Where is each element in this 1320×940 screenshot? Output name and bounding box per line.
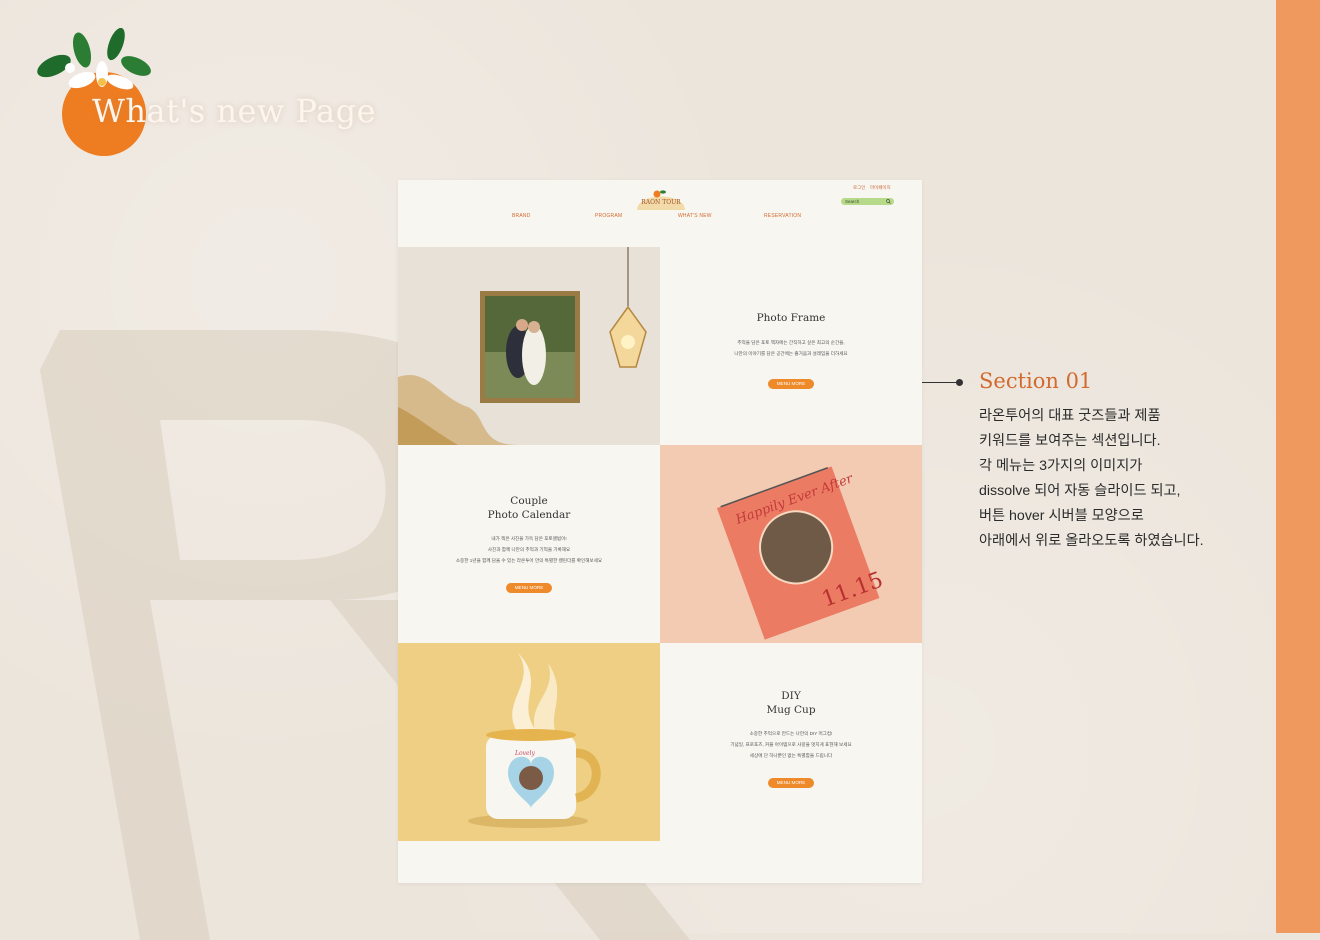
section-desc-line: 소중한 추억으로 만드는 나만의 DIY 머그컵! bbox=[749, 731, 833, 736]
annotation-line: 아래에서 위로 올라오도록 하였습니다. bbox=[979, 533, 1204, 549]
section-title: Photo Calendar bbox=[487, 509, 571, 521]
brand-sun-icon[interactable] bbox=[634, 184, 688, 210]
annotation-line: 버튼 hover 시버블 모양으로 bbox=[979, 508, 1144, 524]
page-heading: What's new Page bbox=[92, 92, 377, 130]
annotation-line: dissolve 되어 자동 슬라이드 되고, bbox=[979, 483, 1181, 499]
nav-program[interactable]: PROGRAM bbox=[595, 213, 622, 219]
menu-more-button[interactable]: MENU MORE bbox=[506, 583, 552, 593]
mug-panel: DIY Mug Cup 소중한 추억으로 만드는 나만의 DIY 머그컵! 기념… bbox=[660, 643, 922, 841]
annotation-line: 각 메뉴는 3가지의 이미지가 bbox=[979, 458, 1143, 474]
section-title: Photo Frame bbox=[756, 312, 826, 324]
section-desc-line: 사진과 함께 나만의 추억과 기억을 기록해요 bbox=[487, 547, 571, 552]
mug-text: Lovely bbox=[514, 750, 535, 757]
section-desc-line: 세상에 단 하나뿐인 없는 특별함을 드립니다 bbox=[749, 753, 833, 758]
calendar-panel: Couple Photo Calendar 내가 찍은 사진을 가득 담은 포토… bbox=[398, 445, 660, 643]
annotation-line: 키워드를 보여주는 섹션입니다. bbox=[979, 433, 1161, 449]
calendar-image: Happily Ever After 11.15 bbox=[660, 445, 922, 643]
section-title: Mug Cup bbox=[766, 704, 816, 716]
photo-frame-panel: Photo Frame 추억을 담은 포토 액자에는 간직하고 싶은 최고의 순… bbox=[660, 247, 922, 445]
section-title: DIY bbox=[781, 690, 801, 702]
nav-brand[interactable]: BRAND bbox=[512, 213, 531, 219]
search-placeholder: Search bbox=[845, 199, 860, 204]
site-mockup: RAON TOUR 로그인 마이페이지 Search BRAND PROGRAM… bbox=[398, 180, 922, 883]
annotation-line: 라온투어의 대표 굿즈들과 제품 bbox=[979, 408, 1161, 424]
section-desc-line: 추억을 담은 포토 액자에는 간직하고 싶은 최고의 순간을, bbox=[737, 340, 845, 345]
annotation-description: 라온투어의 대표 굿즈들과 제품 키워드를 보여주는 섹션입니다. 각 메뉴는 … bbox=[979, 404, 1269, 554]
site-header: RAON TOUR 로그인 마이페이지 Search BRAND PROGRAM… bbox=[398, 180, 922, 247]
section-desc-line: 내가 찍은 사진을 가득 담은 포토앨범이! bbox=[491, 536, 567, 541]
photo-frame-image bbox=[398, 247, 660, 445]
search-icon[interactable] bbox=[886, 199, 891, 204]
section-desc-line: 나만의 이야기를 담은 공간에는 즐거움과 설레임을 더하세요 bbox=[734, 351, 848, 356]
login-link[interactable]: 로그인 bbox=[853, 185, 865, 191]
annotation-title: Section 01 bbox=[979, 369, 1093, 393]
annotation-dot bbox=[956, 379, 963, 386]
section-desc-line: 기념일, 프로포즈, 커플 아이템으로 사랑을 멋지게 표현해 보세요 bbox=[730, 742, 852, 747]
nav-whats-new[interactable]: WHAT'S NEW bbox=[678, 213, 712, 219]
menu-more-button[interactable]: MENU MORE bbox=[768, 778, 814, 788]
annotation-connector bbox=[922, 382, 960, 383]
accent-strip bbox=[1276, 0, 1320, 933]
mypage-link[interactable]: 마이페이지 bbox=[870, 185, 891, 191]
section-desc-line: 소중한 1년을 함께 담을 수 있는 라온투어 만의 특별한 캘린더를 확인해보… bbox=[455, 558, 603, 563]
menu-more-button[interactable]: MENU MORE bbox=[768, 379, 814, 389]
search-input[interactable]: Search bbox=[841, 198, 894, 205]
section-title: Couple bbox=[510, 495, 548, 507]
mug-image: Lovely bbox=[398, 643, 660, 841]
nav-reservation[interactable]: RESERVATION bbox=[764, 213, 801, 219]
brand-logo-text[interactable]: RAON TOUR bbox=[634, 199, 688, 206]
